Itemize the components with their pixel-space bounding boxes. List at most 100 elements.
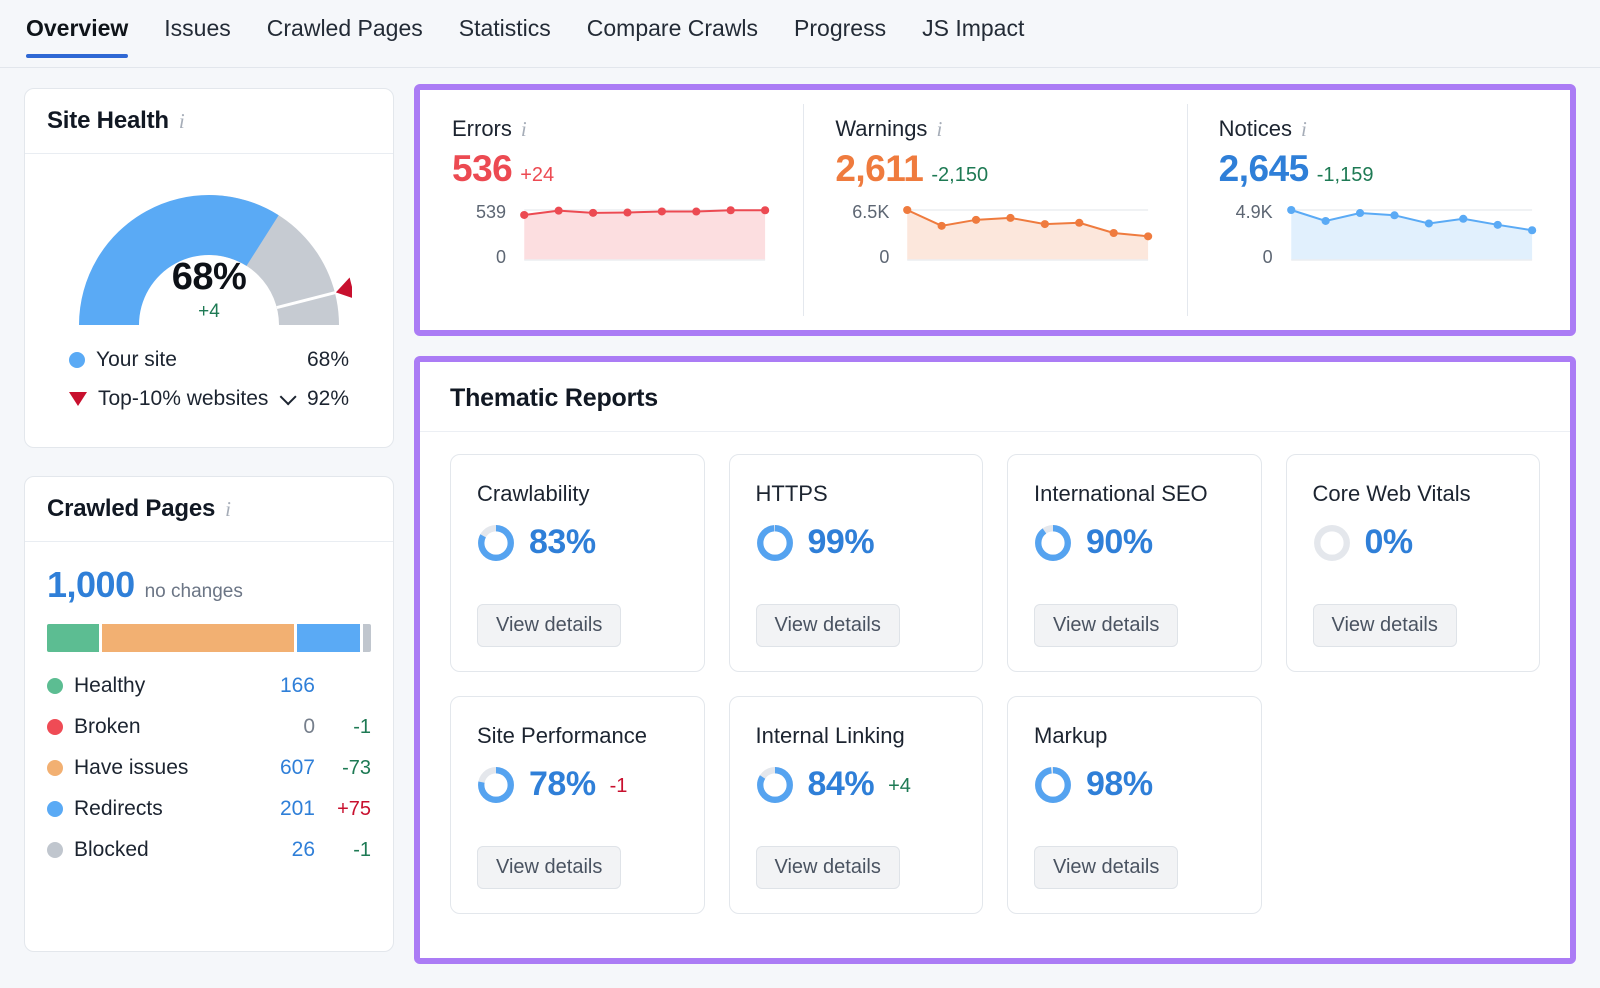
view-details-button[interactable]: View details [477, 846, 621, 889]
thematic-card-percent: 84% [808, 765, 875, 804]
crawled-pages-legend-row: Have issues607-73 [47, 756, 371, 780]
sparkline-point[interactable] [1321, 217, 1329, 225]
tab-statistics[interactable]: Statistics [441, 14, 569, 58]
sparkline-point[interactable] [1287, 206, 1295, 214]
tab-progress[interactable]: Progress [776, 14, 904, 58]
legend-dot-icon [47, 842, 63, 858]
sparkline-point[interactable] [972, 216, 980, 224]
progress-ring-icon [1034, 524, 1072, 562]
thematic-card-title: HTTPS [756, 481, 957, 507]
sparkline-point[interactable] [761, 206, 769, 214]
thematic-card-delta: -1 [610, 775, 628, 798]
info-icon[interactable]: i [936, 119, 942, 140]
chevron-down-icon[interactable] [280, 388, 297, 405]
thematic-card-internal-linking[interactable]: Internal Linking84%+4View details [729, 696, 984, 914]
thematic-card-international-seo[interactable]: International SEO90%View details [1007, 454, 1262, 672]
crawled-pages-total: 1,000 no changes [47, 564, 371, 606]
issue-name[interactable]: Notices [1219, 116, 1292, 142]
issue-delta: -1,159 [1317, 164, 1374, 187]
thematic-card-score: 98% [1034, 765, 1235, 804]
sparkline-point[interactable] [1075, 219, 1083, 227]
crawled-pages-body: 1,000 no changes Healthy166Broken0-1Have… [25, 542, 393, 862]
site-health-body: 68% +4 Your site68%Top-10% websites92% [25, 154, 393, 411]
issue-name[interactable]: Warnings [835, 116, 927, 142]
stacked-bar-segment [297, 624, 360, 652]
thematic-card-https[interactable]: HTTPS99%View details [729, 454, 984, 672]
view-details-button[interactable]: View details [756, 604, 900, 647]
sparkline-point[interactable] [1390, 211, 1398, 219]
sparkline-point[interactable] [658, 207, 666, 215]
sparkline-point[interactable] [1041, 220, 1049, 228]
legend-value[interactable]: 26 [253, 838, 315, 862]
tab-issues[interactable]: Issues [146, 14, 248, 58]
tab-js-impact[interactable]: JS Impact [904, 14, 1042, 58]
sparkline-point[interactable] [1424, 219, 1432, 227]
legend-dot-icon [69, 352, 85, 368]
sparkline-point[interactable] [589, 209, 597, 217]
crawled-pages-legend-row: Healthy166 [47, 674, 371, 698]
progress-ring-icon [756, 766, 794, 804]
sparkline-point[interactable] [1528, 226, 1536, 234]
crawled-pages-card: Crawled Pages i 1,000 no changes Healthy… [24, 476, 394, 952]
site-health-card: Site Health i 68% +4 [24, 88, 394, 448]
site-health-legend-row: Top-10% websites92% [69, 387, 349, 411]
thematic-card-percent: 0% [1365, 523, 1413, 562]
view-details-button[interactable]: View details [756, 846, 900, 889]
legend-value: 92% [307, 387, 349, 411]
sparkline-point[interactable] [1144, 232, 1152, 240]
thematic-card-site-performance[interactable]: Site Performance78%-1View details [450, 696, 705, 914]
legend-value[interactable]: 0 [253, 715, 315, 739]
sparkline-point[interactable] [1110, 229, 1118, 237]
thematic-card-core-web-vitals[interactable]: Core Web Vitals 0% View details [1286, 454, 1541, 672]
progress-ring-icon [1034, 766, 1072, 804]
info-icon[interactable]: i [225, 499, 231, 520]
thematic-card-title: Core Web Vitals [1313, 481, 1514, 507]
view-details-button[interactable]: View details [1034, 846, 1178, 889]
view-details-button[interactable]: View details [477, 604, 621, 647]
crawled-pages-title: Crawled Pages [47, 495, 215, 523]
legend-label: Have issues [74, 756, 253, 780]
thematic-card-crawlability[interactable]: Crawlability83%View details [450, 454, 705, 672]
stacked-bar-segment [47, 624, 99, 652]
thematic-card-percent: 78% [529, 765, 596, 804]
thematic-card-percent: 83% [529, 523, 596, 562]
issue-delta: +24 [520, 164, 554, 187]
stacked-bar-segment [363, 624, 371, 652]
sparkline-point[interactable] [903, 206, 911, 214]
tab-overview[interactable]: Overview [26, 14, 146, 58]
thematic-card-percent: 90% [1086, 523, 1153, 562]
sparkline-point[interactable] [1459, 215, 1467, 223]
thematic-card-score: 90% [1034, 523, 1235, 562]
issue-value-row: 536 +24 [452, 148, 773, 190]
legend-dot-icon [47, 678, 63, 694]
sparkline-point[interactable] [1007, 214, 1015, 222]
info-icon[interactable]: i [1301, 119, 1307, 140]
issue-name[interactable]: Errors [452, 116, 512, 142]
legend-value[interactable]: 607 [253, 756, 315, 780]
legend-dot-icon [47, 719, 63, 735]
progress-ring-icon [756, 524, 794, 562]
issue-count: 536 [452, 148, 512, 190]
legend-value[interactable]: 201 [253, 797, 315, 821]
info-icon[interactable]: i [521, 119, 527, 140]
sparkline-point[interactable] [692, 208, 700, 216]
site-health-delta: +4 [66, 301, 352, 323]
sparkline-point[interactable] [1493, 221, 1501, 229]
thematic-grid-empty-slot [1286, 696, 1541, 914]
tab-compare-crawls[interactable]: Compare Crawls [569, 14, 776, 58]
info-icon[interactable]: i [179, 111, 185, 132]
thematic-card-markup[interactable]: Markup98%View details [1007, 696, 1262, 914]
view-details-button[interactable]: View details [1034, 604, 1178, 647]
sparkline-point[interactable] [555, 207, 563, 215]
sparkline-point[interactable] [520, 211, 528, 219]
tab-crawled-pages[interactable]: Crawled Pages [249, 14, 441, 58]
sparkline-point[interactable] [623, 209, 631, 217]
issue-cell-notices: Noticesi2,645-1,1594.9K0 [1187, 90, 1570, 330]
sparkline-point[interactable] [1356, 209, 1364, 217]
axis-min-label: 0 [879, 247, 889, 268]
legend-label: Top-10% websites [98, 387, 307, 411]
sparkline-point[interactable] [938, 222, 946, 230]
sparkline-point[interactable] [727, 206, 735, 214]
view-details-button[interactable]: View details [1313, 604, 1457, 647]
legend-value[interactable]: 166 [253, 674, 315, 698]
